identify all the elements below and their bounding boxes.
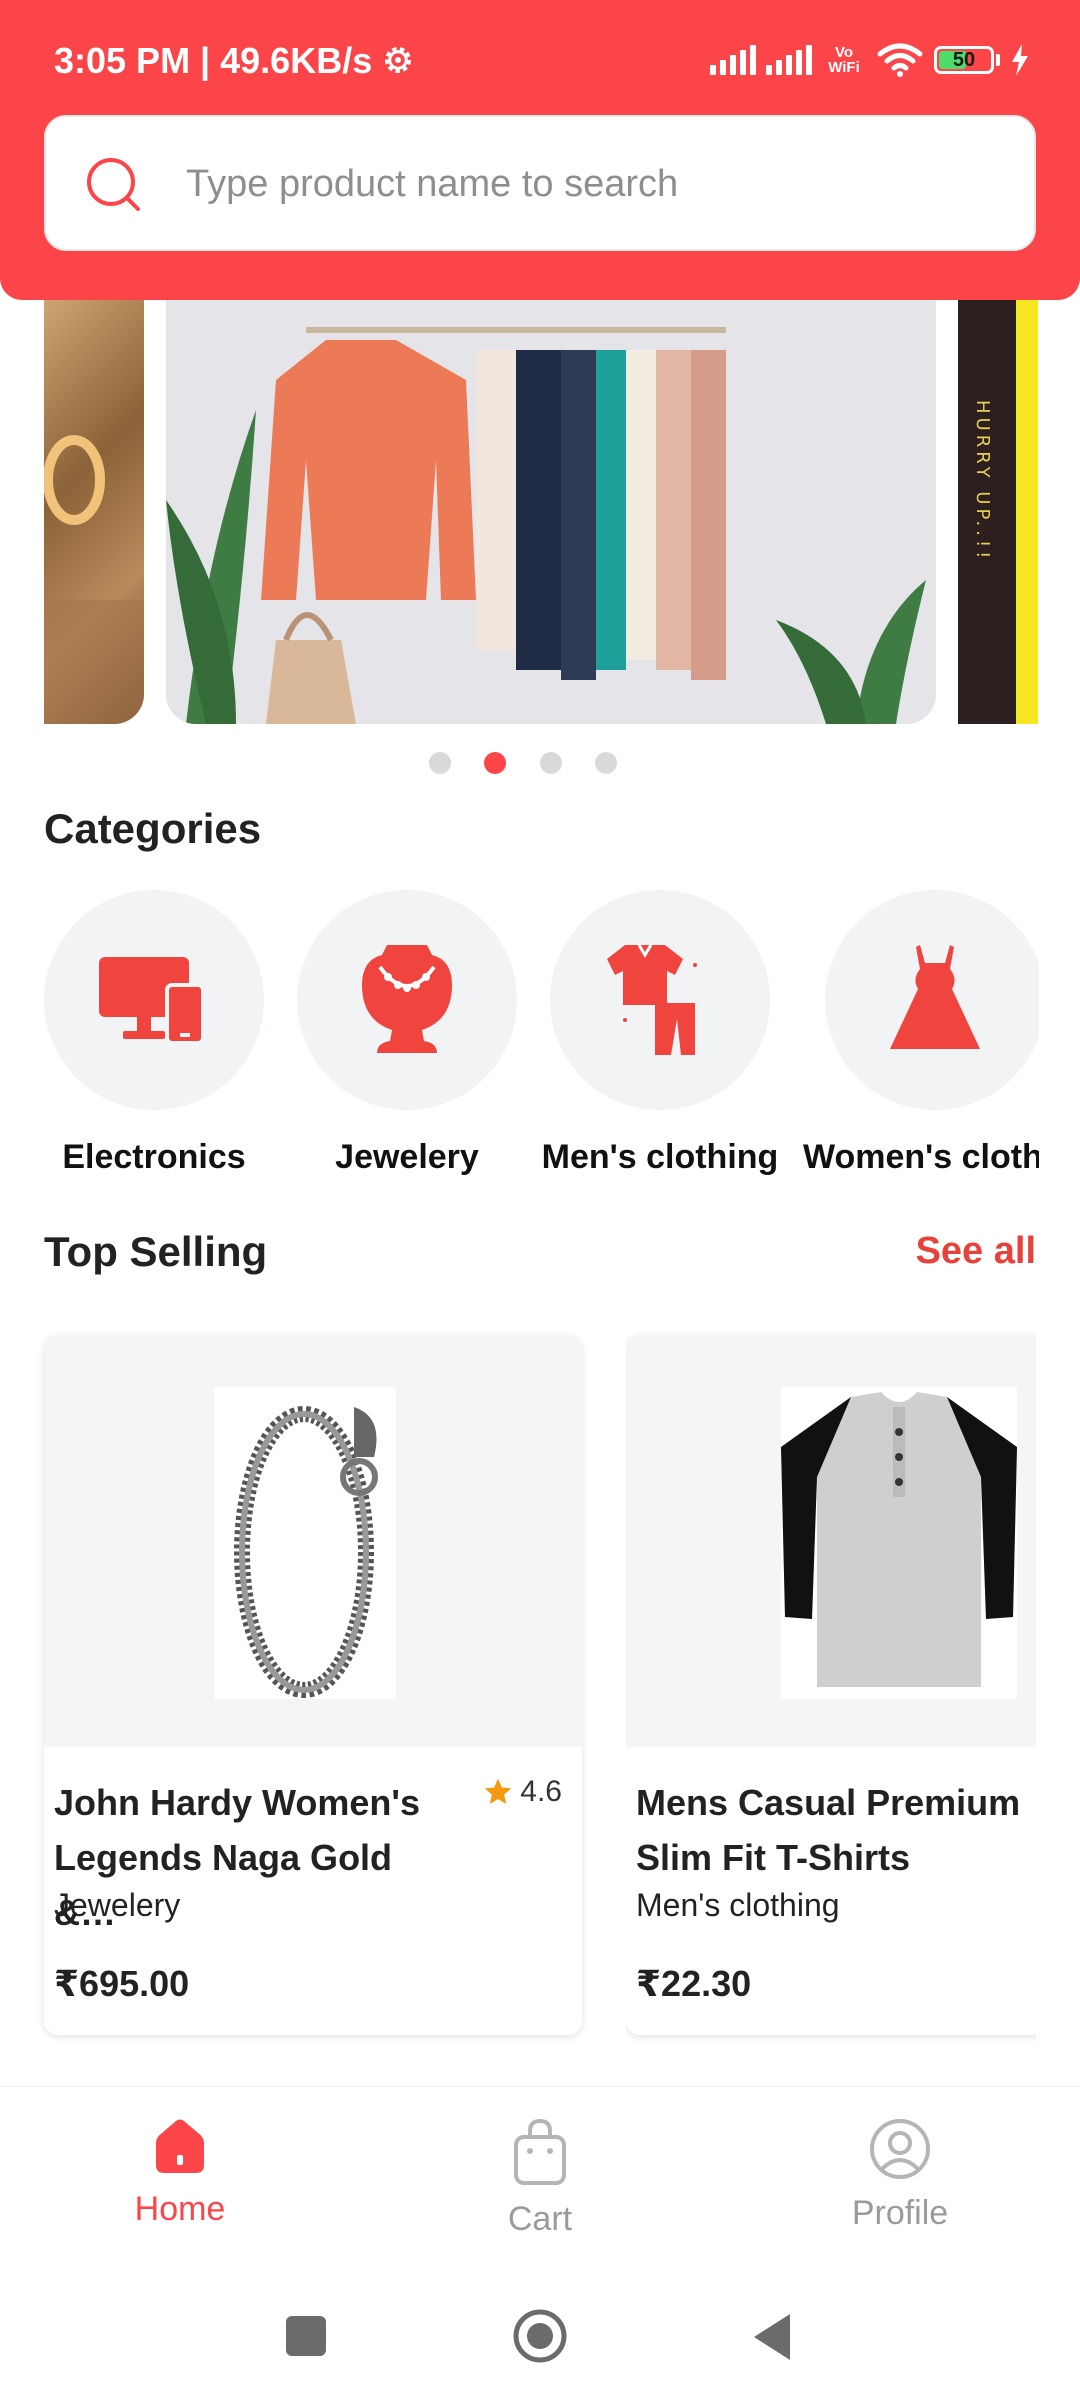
system-navigation-bar bbox=[0, 2276, 1080, 2400]
settings-gear-icon bbox=[384, 46, 412, 74]
ring-image bbox=[44, 435, 144, 724]
carousel-slide-sale[interactable]: HURRY UP..!! bbox=[958, 300, 1038, 724]
recents-button[interactable] bbox=[286, 2316, 326, 2356]
product-name: Mens Casual Premium Slim Fit T-Shirts bbox=[636, 1782, 1021, 1878]
category-icon-container bbox=[297, 890, 517, 1110]
wifi-icon bbox=[877, 43, 923, 77]
category-jewelery[interactable]: Jewelery bbox=[277, 890, 537, 1177]
home-button-icon[interactable] bbox=[510, 2306, 570, 2366]
product-image-area bbox=[44, 1335, 582, 1747]
battery-cap bbox=[996, 54, 1000, 66]
battery-level: 50 bbox=[952, 48, 976, 71]
carousel-dot-active[interactable] bbox=[484, 752, 506, 774]
categories-title: Categories bbox=[44, 805, 262, 852]
electronics-icon bbox=[99, 957, 205, 1045]
product-price: ₹22.30 bbox=[636, 1963, 752, 2004]
star-icon bbox=[484, 1778, 512, 1804]
nav-label-home: Home bbox=[134, 2190, 226, 2228]
nav-profile[interactable]: Profile bbox=[800, 2117, 1000, 2233]
tshirt-image bbox=[781, 1392, 1017, 1687]
profile-icon bbox=[870, 2119, 930, 2179]
category-label: Men's clothing bbox=[541, 1138, 779, 1176]
battery-icon: 50 bbox=[934, 46, 994, 74]
nav-label-cart: Cart bbox=[507, 2200, 573, 2238]
status-bar: 3:05 PM | 49.6KB/s Vo WiFi 50 bbox=[0, 0, 1080, 120]
status-icons: Vo WiFi 50 bbox=[710, 38, 1030, 82]
shopping-bag-icon bbox=[514, 2118, 566, 2185]
carousel-dot[interactable] bbox=[595, 752, 617, 774]
vowifi-label: Vo WiFi bbox=[828, 44, 860, 76]
bracelet-image bbox=[234, 1406, 378, 1698]
search-bar[interactable] bbox=[44, 115, 1036, 251]
category-icon-container bbox=[44, 890, 264, 1110]
category-mens-clothing[interactable]: Men's clothing bbox=[530, 890, 790, 1177]
charging-bolt-icon bbox=[1012, 44, 1028, 76]
carousel-slide-text: HURRY UP..!! bbox=[972, 400, 993, 563]
product-card[interactable]: Mens Casual Premium Slim Fit T-Shirts Me… bbox=[626, 1335, 1036, 2035]
product-price: ₹695.00 bbox=[54, 1963, 190, 2004]
carousel-dot[interactable] bbox=[540, 752, 562, 774]
status-time: 3:05 PM | 49.6KB/s bbox=[54, 40, 373, 81]
jewelry-necklace-icon bbox=[362, 945, 452, 1053]
search-icon[interactable] bbox=[84, 155, 144, 215]
search-input[interactable] bbox=[184, 117, 1008, 251]
product-category: Men's clothing bbox=[636, 1887, 840, 1923]
category-electronics[interactable]: Electronics bbox=[24, 890, 284, 1177]
nav-cart[interactable]: Cart bbox=[440, 2117, 640, 2239]
signal-icon bbox=[710, 45, 756, 75]
top-selling-title: Top Selling bbox=[44, 1228, 268, 1275]
mens-clothing-icon bbox=[607, 945, 697, 1055]
sale-banner-stripe bbox=[1016, 300, 1038, 724]
dress-icon bbox=[890, 945, 980, 1049]
product-image bbox=[781, 1387, 1017, 1699]
rating-value: 4.6 bbox=[520, 1775, 562, 1808]
category-label: Electronics bbox=[62, 1138, 246, 1176]
carousel-slide-jewelry[interactable] bbox=[44, 300, 144, 724]
see-all-link[interactable]: See all bbox=[916, 1230, 1036, 1273]
category-label: Jewelery bbox=[335, 1138, 479, 1176]
product-card-clip: Mens Casual Premium Slim Fit T-Shirts Me… bbox=[626, 1330, 1036, 2050]
product-image-area bbox=[626, 1335, 1036, 1747]
carousel-dot[interactable] bbox=[429, 752, 451, 774]
promo-carousel[interactable]: HURRY UP..!! bbox=[0, 300, 1080, 730]
category-icon-container bbox=[825, 890, 1039, 1110]
product-card[interactable]: John Hardy Women's Legends Naga Gold &… … bbox=[44, 1335, 582, 2035]
category-womens-clothing[interactable]: Women's clothin bbox=[803, 890, 1039, 1177]
signal-icon bbox=[766, 45, 812, 75]
back-button-icon[interactable] bbox=[750, 2312, 794, 2362]
product-category: Jewelery bbox=[54, 1887, 181, 1923]
category-icon-container bbox=[550, 890, 770, 1110]
bottom-navigation: Home Cart Profile bbox=[0, 2086, 1080, 2277]
category-label: Women's clothin bbox=[803, 1138, 1039, 1176]
home-icon bbox=[156, 2119, 204, 2173]
carousel-indicator bbox=[0, 752, 1080, 776]
app-header: 3:05 PM | 49.6KB/s Vo WiFi 50 bbox=[0, 0, 1080, 300]
nav-label-profile: Profile bbox=[851, 2194, 949, 2232]
product-image bbox=[214, 1387, 396, 1699]
product-rating: 4.6 bbox=[482, 1775, 562, 1809]
clothing-rack-image bbox=[166, 300, 936, 724]
nav-home[interactable]: Home bbox=[80, 2117, 280, 2229]
carousel-slide-clothing[interactable] bbox=[166, 300, 936, 724]
